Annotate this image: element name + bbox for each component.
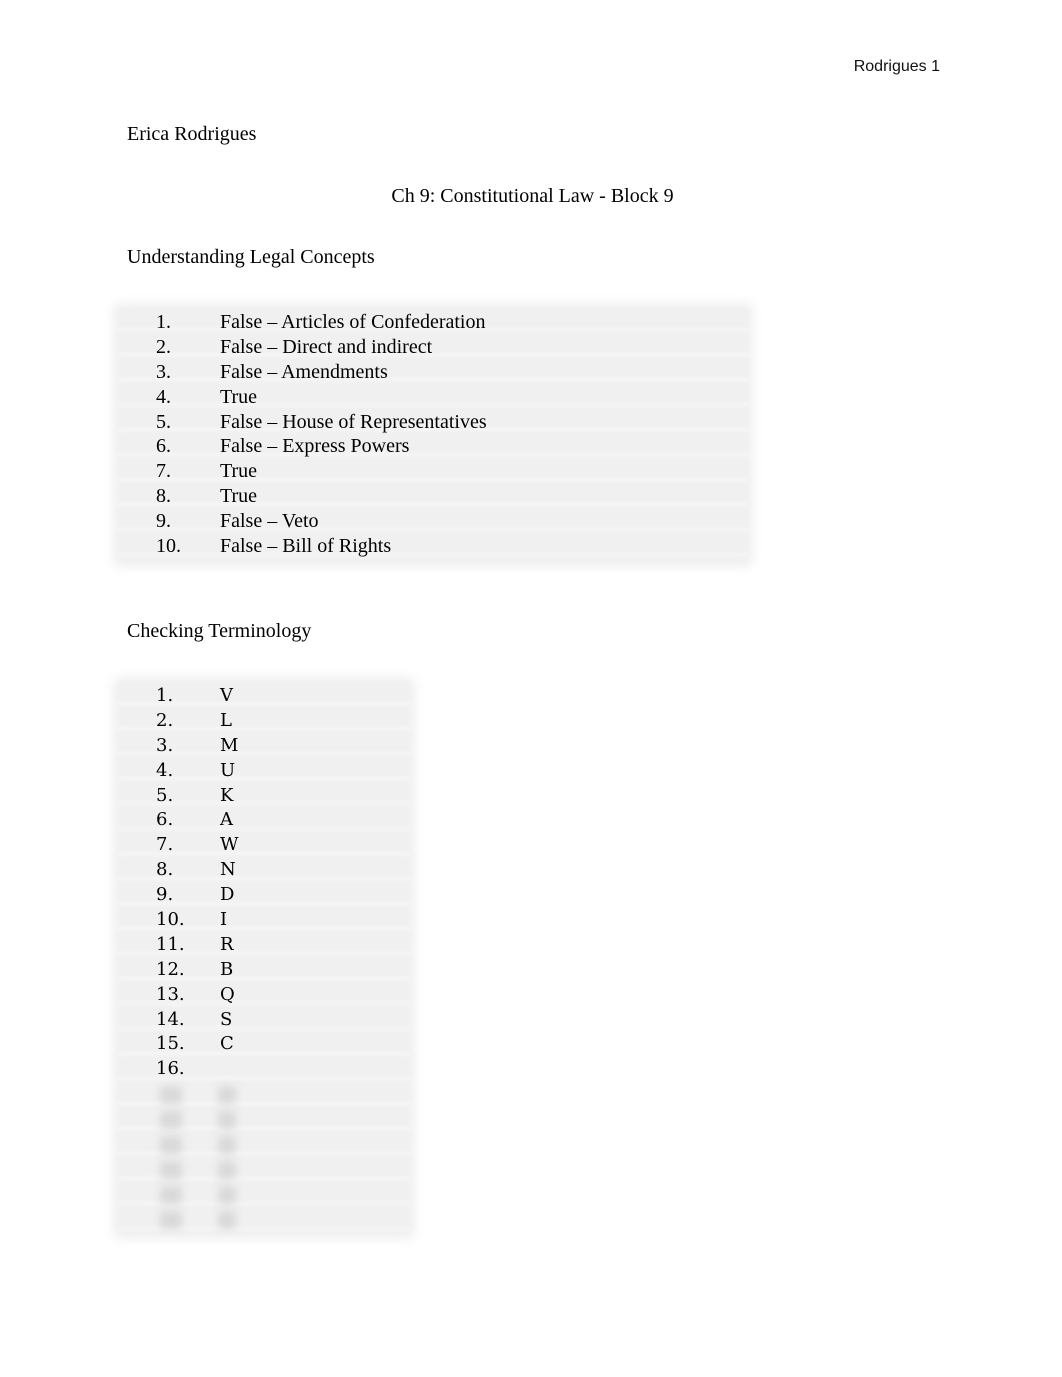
item-answer: U <box>220 759 236 781</box>
blurred-answer <box>218 1185 236 1204</box>
document-title-text: Ch 9: Constitutional Law - Block 9 <box>391 185 674 207</box>
item-number: 7. <box>156 460 171 483</box>
item-answer: N <box>220 859 236 881</box>
item-number: 5. <box>156 784 174 806</box>
item-number: 13. <box>156 983 185 1005</box>
blurred-hidden-answers <box>118 1082 410 1232</box>
item-number: 10. <box>156 909 185 931</box>
item-number: 10. <box>156 535 181 558</box>
item-answer: Q <box>220 983 235 1005</box>
item-number: 1. <box>156 311 171 333</box>
item-number: 3. <box>156 734 174 756</box>
item-number: 2. <box>156 709 174 731</box>
blurred-answer-background <box>118 308 748 562</box>
item-answer: True <box>220 485 258 508</box>
item-number: 8. <box>156 859 174 881</box>
item-answer: False – Amendments <box>220 360 388 383</box>
item-number: 15. <box>156 1033 185 1055</box>
item-answer: V <box>220 685 233 706</box>
blurred-answer <box>218 1210 236 1229</box>
blurred-answer <box>218 1086 236 1104</box>
item-number: 14. <box>156 1008 185 1030</box>
item-number: 2. <box>156 335 171 358</box>
item-number: 4. <box>156 759 174 781</box>
item-answer: W <box>220 834 239 856</box>
item-answer: S <box>220 1008 233 1030</box>
item-answer: K <box>220 784 234 806</box>
item-number: 4. <box>156 385 171 408</box>
section-heading-terminology: Checking Terminology <box>127 620 312 642</box>
item-number: 9. <box>156 884 174 906</box>
section-heading-legal-concepts: Understanding Legal Concepts <box>127 246 375 268</box>
item-number: 6. <box>156 809 174 831</box>
item-number: 12. <box>156 958 185 980</box>
item-answer: False – Articles of Confederation <box>220 311 486 333</box>
item-answer: False – House of Representatives <box>220 410 487 433</box>
item-answer: True <box>220 460 258 483</box>
blurred-answer <box>218 1135 236 1154</box>
item-answer: R <box>220 933 234 955</box>
item-answer: A <box>220 809 233 831</box>
document-title: Ch 9: Constitutional Law - Block 9 <box>0 185 1062 208</box>
item-number: 1. <box>156 685 174 706</box>
page-header-label: Rodrigues 1 <box>853 58 940 75</box>
blurred-number <box>160 1110 182 1129</box>
item-number: 16. <box>156 1058 185 1080</box>
item-answer: B <box>220 958 234 980</box>
item-answer: True <box>220 385 258 408</box>
blurred-answer <box>218 1160 236 1179</box>
item-number: 6. <box>156 435 171 458</box>
item-number: 8. <box>156 485 171 508</box>
blurred-number <box>160 1135 182 1154</box>
blurred-number <box>160 1185 182 1204</box>
item-number: 7. <box>156 834 174 856</box>
item-number: 3. <box>156 360 171 383</box>
blurred-number <box>160 1160 182 1179</box>
item-number: 5. <box>156 410 171 433</box>
blurred-number <box>160 1086 182 1104</box>
item-number: 9. <box>156 510 171 533</box>
author-name: Erica Rodrigues <box>127 123 257 145</box>
item-answer: False – Direct and indirect <box>220 335 433 358</box>
item-answer: D <box>220 884 235 906</box>
item-answer: False – Bill of Rights <box>220 535 392 558</box>
item-answer: L <box>220 709 232 731</box>
blurred-number <box>160 1210 182 1229</box>
item-answer: C <box>220 1033 234 1055</box>
item-answer: False – Veto <box>220 510 319 533</box>
item-answer: M <box>220 734 239 756</box>
item-number: 11. <box>156 933 185 955</box>
blurred-answer <box>218 1110 236 1129</box>
item-answer: False – Express Powers <box>220 435 410 458</box>
item-answer: I <box>220 909 228 931</box>
